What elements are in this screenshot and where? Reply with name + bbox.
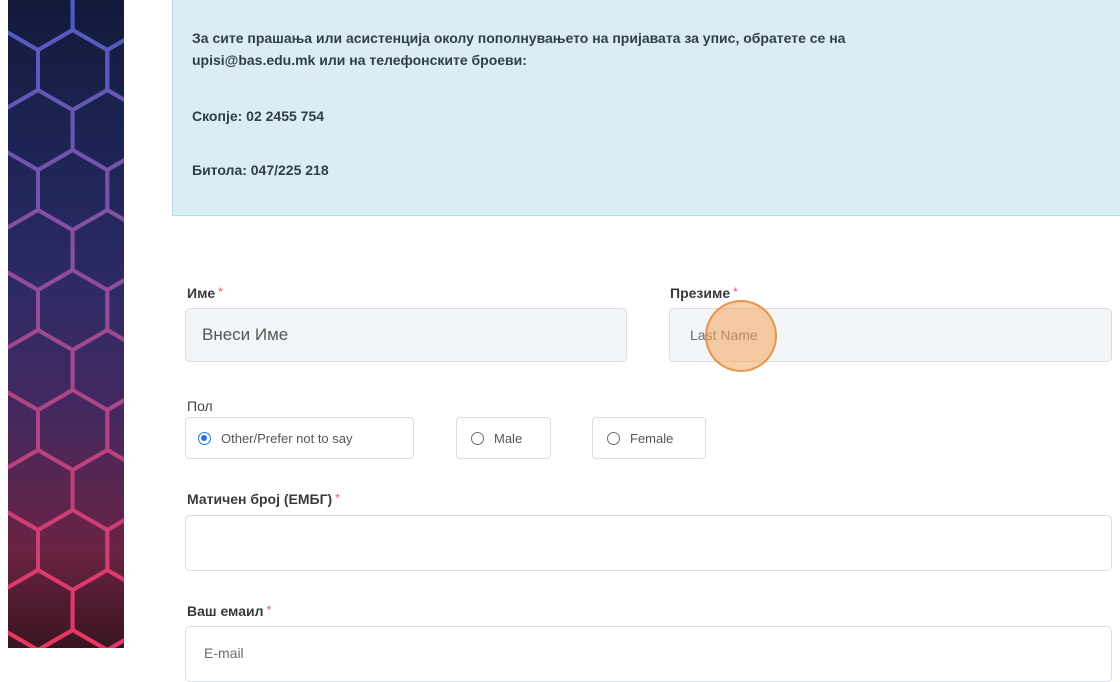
email-placeholder: E-mail [204, 645, 244, 661]
click-highlight-indicator [705, 300, 777, 372]
gender-option-female-label: Female [630, 430, 674, 446]
hexagon-pattern [8, 0, 124, 648]
hexagon-cell [70, 327, 124, 413]
required-marker: * [733, 285, 738, 299]
first-name-input[interactable]: Внеси Име [185, 308, 627, 362]
hexagon-cell [8, 0, 75, 53]
hexagon-cell [70, 87, 124, 173]
email-label: Ваш емаил * [187, 603, 271, 619]
embg-label: Матичен број (ЕМБГ) * [187, 491, 340, 507]
hexagon-cell [37, 627, 108, 648]
required-marker: * [335, 491, 340, 505]
hexagon-cell [70, 447, 124, 533]
embg-input[interactable] [185, 515, 1112, 571]
hexagon-cell [106, 638, 124, 648]
gender-label: Пол [187, 398, 213, 414]
radio-unselected-icon[interactable] [607, 431, 620, 445]
hexagon-cell [70, 207, 124, 293]
embg-label-text: Матичен број (ЕМБГ) [187, 491, 333, 507]
radio-unselected-icon[interactable] [471, 431, 484, 445]
info-text-line-2: upisi@bas.edu.mk или на телефонските бро… [192, 52, 527, 68]
hexagon-cell [8, 630, 39, 648]
bitola-phone: Битола: 047/225 218 [192, 162, 329, 178]
contact-info-box: За сите прашања или асистенција околу по… [172, 0, 1120, 216]
first-name-label-text: Име [187, 285, 216, 301]
gender-option-female[interactable]: Female [592, 417, 706, 459]
required-marker: * [266, 603, 272, 617]
email-label-text: Ваш емаил [187, 603, 264, 619]
gender-option-other[interactable]: Other/Prefer not to say [185, 417, 414, 459]
info-text-line-1: За сите прашања или асистенција околу по… [192, 30, 846, 46]
skopje-phone: Скопје: 02 2455 754 [192, 108, 325, 124]
first-name-label: Име * [187, 285, 223, 301]
first-name-placeholder: Внеси Име [202, 325, 289, 344]
gender-option-other-label: Other/Prefer not to say [221, 430, 353, 446]
radio-selected-icon[interactable] [198, 431, 211, 445]
gender-option-male-label: Male [494, 430, 523, 446]
email-input[interactable]: E-mail [185, 626, 1112, 682]
decorative-hexagon-panel [8, 0, 124, 648]
required-marker: * [218, 285, 223, 299]
gender-option-male[interactable]: Male [456, 417, 551, 459]
last-name-label: Презиме * [670, 285, 738, 301]
last-name-label-text: Презиме [670, 285, 731, 301]
